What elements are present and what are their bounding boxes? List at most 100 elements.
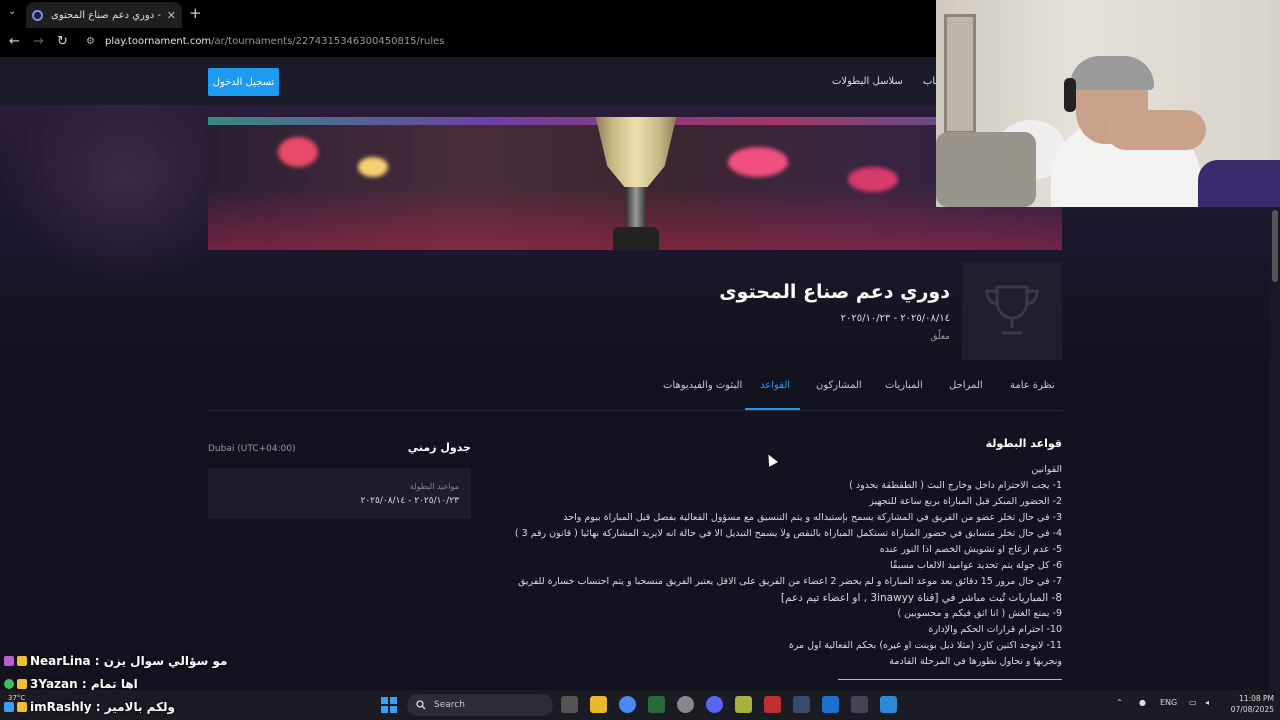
outlook-icon[interactable] bbox=[822, 696, 839, 713]
tournament-dates: ٢٠٢٥/٠٨/١٤ - ٢٠٢٥/١٠/٢٣ bbox=[840, 313, 950, 324]
chat-user: NearLina bbox=[30, 654, 91, 668]
volume-icon[interactable]: ◂ bbox=[1205, 698, 1209, 707]
chat-user: 3Yazan bbox=[30, 677, 78, 691]
tray-chevron-icon[interactable]: ⌃ bbox=[1116, 698, 1123, 707]
rules-heading: القوانين bbox=[1031, 464, 1062, 475]
steam-icon[interactable] bbox=[793, 696, 810, 713]
rule-line: 6- كل جولة يتم تحديد عواميد الالعاب مسبق… bbox=[890, 560, 1062, 571]
nav-tournament-series[interactable]: سلاسل البطولات bbox=[832, 76, 903, 87]
task-view-icon[interactable] bbox=[561, 696, 578, 713]
chat-user: imRashly bbox=[30, 700, 92, 714]
rule-line: ونجربها و نحاول نطورها في المرحلة القادم… bbox=[889, 656, 1062, 667]
webcam-sofa bbox=[936, 132, 1036, 207]
chat-text: اها تمام bbox=[90, 677, 138, 691]
address-bar[interactable]: play.toornament.com/ar/tournaments/22743… bbox=[105, 36, 445, 47]
scrollbar-thumb[interactable] bbox=[1272, 210, 1278, 282]
excel-icon[interactable] bbox=[648, 696, 665, 713]
active-tab-indicator bbox=[745, 408, 800, 410]
clock-date: 07/08/2025 bbox=[1230, 705, 1274, 714]
rules-divider bbox=[838, 679, 1062, 680]
crown-badge-icon bbox=[17, 702, 27, 712]
tournament-tabs: نظرة عامة المراحل المباريات المشاركون ال… bbox=[208, 370, 1062, 411]
app-icon[interactable] bbox=[735, 696, 752, 713]
trophy-base bbox=[613, 227, 659, 250]
schedule-title: جدول زمني bbox=[407, 441, 471, 454]
tournament-title: دوري دعم صناع المحتوى bbox=[719, 281, 950, 303]
tab-stages[interactable]: المراحل bbox=[949, 380, 983, 391]
browser-tab[interactable]: دوري دعم صناع المحتوى - Rules ✕ bbox=[26, 2, 182, 28]
network-icon[interactable]: ▭ bbox=[1189, 698, 1197, 707]
discord-icon[interactable] bbox=[706, 696, 723, 713]
taskbar-search[interactable]: Search bbox=[407, 694, 553, 716]
new-tab-button[interactable]: + bbox=[189, 4, 202, 22]
banner-light bbox=[358, 157, 388, 177]
rule-line: 9- يمنع الغش ( انا اثق فيكم و محسوبين ) bbox=[897, 608, 1062, 619]
url-host: play.toornament.com bbox=[105, 36, 212, 47]
back-icon[interactable]: ← bbox=[9, 34, 20, 49]
site-favicon-icon bbox=[32, 9, 43, 21]
app-icon[interactable] bbox=[764, 696, 781, 713]
windows-taskbar: 37°C bbox=[0, 690, 1280, 720]
rule-line: 8- المباريات تُبث مباشر في [قناة 3inawyy… bbox=[780, 592, 1062, 604]
clock-time: 11:08 PM bbox=[1239, 694, 1274, 703]
chat-badge-icon bbox=[4, 656, 14, 666]
language-indicator[interactable]: ENG bbox=[1160, 698, 1177, 707]
schedule-card: مواعيد البطولة ٢٠٢٥/١٠/٢٣ - ٢٠٢٥/٠٨/١٤ bbox=[208, 468, 471, 519]
tournament-logo bbox=[962, 262, 1062, 360]
webcam-cap bbox=[1070, 56, 1154, 90]
crown-badge-icon bbox=[17, 656, 27, 666]
search-label: Search bbox=[434, 700, 465, 710]
tab-overview[interactable]: نظرة عامة bbox=[1010, 380, 1055, 391]
banner-light bbox=[278, 137, 318, 167]
system-clock[interactable]: 11:08 PM 07/08/2025 bbox=[1222, 693, 1274, 715]
rule-line: 10- احترام قرارات الحكم والإدارة bbox=[928, 624, 1062, 635]
tab-title: دوري دعم صناع المحتوى - Rules bbox=[51, 9, 163, 21]
rule-line: 2- الحضور المبكر قبل المباراة بربع ساعة … bbox=[869, 496, 1062, 507]
timezone-label: Dubai (UTC+04:00) bbox=[208, 444, 296, 454]
microphone-icon bbox=[1198, 160, 1280, 207]
chat-message: NearLina : مو سؤالي سوال يزن bbox=[4, 654, 227, 668]
chat-badge-icon bbox=[4, 679, 14, 689]
app-icon[interactable] bbox=[851, 696, 868, 713]
rule-line: 4- في حال تخلر متسابق في حضور المباراة ت… bbox=[514, 528, 1062, 539]
search-icon bbox=[416, 700, 426, 710]
webcam-door bbox=[944, 14, 976, 134]
rule-line: 5- عدم ازعاج او تشويش الخصم اذا النور عن… bbox=[879, 544, 1062, 555]
windows-start-icon[interactable] bbox=[381, 697, 397, 713]
tournament-banner-image bbox=[208, 117, 1062, 250]
app-icon[interactable] bbox=[677, 696, 694, 713]
rule-line: 3- في حال تخلر عضو من الفريق في المشاركة… bbox=[563, 512, 1062, 523]
forward-icon[interactable]: → bbox=[33, 34, 44, 49]
reload-icon[interactable]: ↻ bbox=[57, 34, 68, 49]
tab-rules[interactable]: القواعد bbox=[760, 380, 790, 391]
chrome-icon[interactable] bbox=[619, 696, 636, 713]
chat-text: ولكم بالامير bbox=[104, 700, 176, 714]
chat-message: imRashly : ولكم بالامير bbox=[4, 700, 175, 714]
close-tab-icon[interactable]: ✕ bbox=[167, 9, 176, 22]
tournament-status: معلّق bbox=[930, 332, 950, 342]
headset-icon bbox=[1064, 78, 1076, 112]
tab-search-icon[interactable]: ⌄ bbox=[8, 6, 16, 17]
tab-matches[interactable]: المباريات bbox=[885, 380, 923, 391]
tab-streams[interactable]: البثوث والفيديوهات bbox=[663, 380, 742, 391]
banner-light bbox=[728, 147, 788, 177]
rule-line: 1- يجب الاحترام داخل وخارج البث ( الطقطق… bbox=[849, 480, 1062, 491]
webcam-hands bbox=[1106, 110, 1206, 150]
webcam-overlay bbox=[936, 0, 1280, 207]
rules-body: القوانين 1- يجب الاحترام داخل وخارج البث… bbox=[514, 462, 1062, 670]
chat-message: 3Yazan : اها تمام bbox=[4, 677, 138, 691]
schedule-dates: ٢٠٢٥/١٠/٢٣ - ٢٠٢٥/٠٨/١٤ bbox=[360, 496, 459, 506]
login-button[interactable]: تسجيل الدخول bbox=[208, 68, 279, 96]
chat-text: مو سؤالي سوال يزن bbox=[103, 654, 228, 668]
crown-badge-icon bbox=[17, 679, 27, 689]
rule-line: 11- لايوجد اكتين كارد (مثلا دبل بوينت او… bbox=[788, 640, 1062, 651]
trophy-placeholder-icon bbox=[985, 285, 1039, 335]
rule-line: 7- في حال مرور 15 دقائق بعد موعد المبارا… bbox=[517, 576, 1062, 587]
site-settings-icon[interactable]: ⚙ bbox=[86, 36, 95, 47]
schedule-label: مواعيد البطولة bbox=[409, 482, 459, 491]
tab-participants[interactable]: المشاركون bbox=[816, 380, 862, 391]
url-path: /ar/tournaments/227431534630045081​5/rul… bbox=[211, 36, 445, 47]
file-explorer-icon[interactable] bbox=[590, 696, 607, 713]
microphone-tray-icon[interactable]: ● bbox=[1139, 698, 1146, 707]
app-icon[interactable] bbox=[880, 696, 897, 713]
